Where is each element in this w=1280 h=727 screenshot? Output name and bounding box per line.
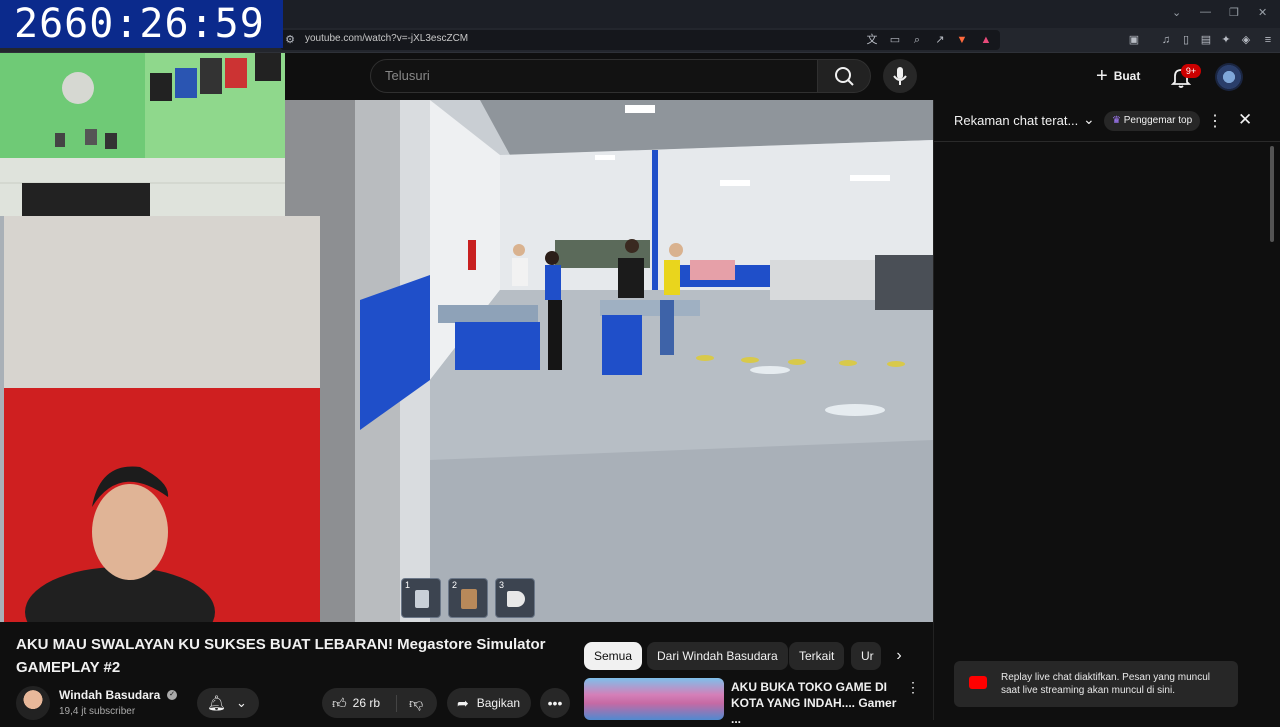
chat-mode-title[interactable]: Rekaman chat terat... xyxy=(954,113,1078,128)
channel-name[interactable]: Windah Basudara xyxy=(59,688,160,702)
like-count: 26 rb xyxy=(352,696,380,710)
room-scene xyxy=(0,53,285,216)
leo-ai-icon[interactable]: ✦ xyxy=(1220,34,1232,46)
site-settings-icon[interactable]: ⚙ xyxy=(284,34,296,46)
subscriber-count: 19,4 jt subscriber xyxy=(59,706,136,717)
bell-icon: 🔔︎ xyxy=(207,695,227,712)
chat-notice-text: Replay live chat diaktifkan. Pesan yang … xyxy=(1001,672,1211,696)
tab-list-chevron-icon[interactable]: ⌄ xyxy=(1172,6,1181,19)
wallet-icon[interactable]: ▤ xyxy=(1200,34,1212,46)
create-label: Buat xyxy=(1113,69,1141,83)
share-button[interactable]: ➦ Bagikan xyxy=(447,688,531,718)
microphone-icon xyxy=(893,67,907,85)
more-vert-icon[interactable]: ⋮ xyxy=(1207,111,1223,131)
search-button[interactable] xyxy=(817,59,871,93)
cast-icon[interactable]: ▭ xyxy=(889,34,901,46)
chevron-down-icon: ⌄ xyxy=(236,695,247,710)
chevron-down-icon[interactable]: ⌄ xyxy=(1083,111,1095,128)
maximize-button[interactable]: ❐ xyxy=(1229,6,1239,19)
share-label: Bagikan xyxy=(476,696,521,710)
hotbar-slot-number: 3 xyxy=(499,580,505,590)
recommended-thumbnail[interactable] xyxy=(584,678,724,720)
address-bar-url[interactable]: youtube.com/watch?v=-jXL3escZCM xyxy=(305,33,468,44)
thumbs-up-icon: 👍︎ xyxy=(332,694,347,711)
live-chat-panel: Rekaman chat terat... ⌄ ♛ Penggemar top … xyxy=(933,100,1280,720)
hotbar-slot-3: 3 xyxy=(495,578,535,618)
chip-truncated[interactable]: Ur xyxy=(851,642,881,670)
brave-shield-icon[interactable]: ▼ xyxy=(956,34,968,46)
music-icon[interactable]: ♫ xyxy=(1160,34,1172,46)
share-page-icon[interactable]: ↗ xyxy=(934,34,946,46)
sidebar-icon[interactable]: ▣ xyxy=(1128,34,1140,46)
more-vert-icon[interactable]: ⋮ xyxy=(906,679,920,697)
thumbs-down-icon: 👎︎ xyxy=(409,694,424,711)
youtube-icon xyxy=(969,676,987,689)
brave-rewards-icon[interactable]: ▲ xyxy=(980,34,992,46)
chevron-right-icon[interactable]: › xyxy=(889,646,909,666)
hotbar-slot-number: 2 xyxy=(452,580,458,590)
chat-scrollbar[interactable] xyxy=(1270,146,1274,242)
menu-icon[interactable]: ≡ xyxy=(1262,34,1274,46)
subscription-notification-button[interactable]: 🔔︎ ⌄ xyxy=(197,688,259,718)
reader-mode-icon[interactable]: ▯ xyxy=(1180,34,1192,46)
streamer-room-camera xyxy=(0,53,285,216)
more-actions-button[interactable]: ••• xyxy=(540,688,570,718)
close-chat-icon[interactable]: ✕ xyxy=(1238,110,1252,130)
streamer-cam-person xyxy=(20,462,220,622)
minimize-button[interactable]: — xyxy=(1200,6,1211,18)
chip-all[interactable]: Semua xyxy=(584,642,643,670)
zoom-icon[interactable]: ⌕ xyxy=(911,34,923,46)
like-button[interactable]: 👍︎ 26 rb xyxy=(322,694,397,712)
chat-header: Rekaman chat terat... ⌄ ♛ Penggemar top … xyxy=(934,100,1280,142)
crown-icon: ♛ xyxy=(1112,115,1124,126)
create-button[interactable]: + Buat xyxy=(1088,62,1154,90)
streamer-cam-wall xyxy=(4,216,320,388)
verified-icon: ✓ xyxy=(167,690,177,700)
plus-icon: + xyxy=(1096,64,1108,87)
stream-timer: 2660:26:59 xyxy=(0,0,283,48)
search-icon xyxy=(835,67,854,86)
translate-icon[interactable]: 文 xyxy=(866,34,878,46)
like-dislike-group: 👍︎ 26 rb 👎︎ xyxy=(322,688,437,718)
hammer-icon xyxy=(461,589,477,609)
chat-replay-notice: Replay live chat diaktifkan. Pesan yang … xyxy=(954,661,1238,707)
top-fan-label: Penggemar top xyxy=(1123,115,1193,126)
chip-related[interactable]: Terkait xyxy=(789,642,845,670)
hotbar-slot-1: 1 xyxy=(401,578,441,618)
close-window-button[interactable]: ✕ xyxy=(1258,6,1267,19)
search-input[interactable]: Telusuri xyxy=(370,59,818,93)
notification-count-badge: 9+ xyxy=(1181,64,1201,78)
account-avatar[interactable] xyxy=(1215,63,1243,91)
chip-from-channel[interactable]: Dari Windah Basudara xyxy=(647,642,788,670)
video-title: AKU MAU SWALAYAN KU SUKSES BUAT LEBARAN!… xyxy=(16,636,546,676)
share-icon: ➦ xyxy=(457,694,469,711)
scanner-icon xyxy=(415,590,429,608)
hotbar-slot-number: 1 xyxy=(405,580,411,590)
channel-avatar[interactable] xyxy=(16,686,50,720)
voice-search-button[interactable] xyxy=(883,59,917,93)
dislike-button[interactable]: 👎︎ xyxy=(397,695,423,712)
top-fan-badge[interactable]: ♛ Penggemar top xyxy=(1104,111,1201,131)
hotbar-slot-2: 2 xyxy=(448,578,488,618)
vpn-icon[interactable]: ◈ xyxy=(1240,34,1252,46)
person-silhouette xyxy=(25,466,215,622)
more-horiz-icon: ••• xyxy=(547,695,563,711)
megaphone-icon xyxy=(507,591,525,607)
